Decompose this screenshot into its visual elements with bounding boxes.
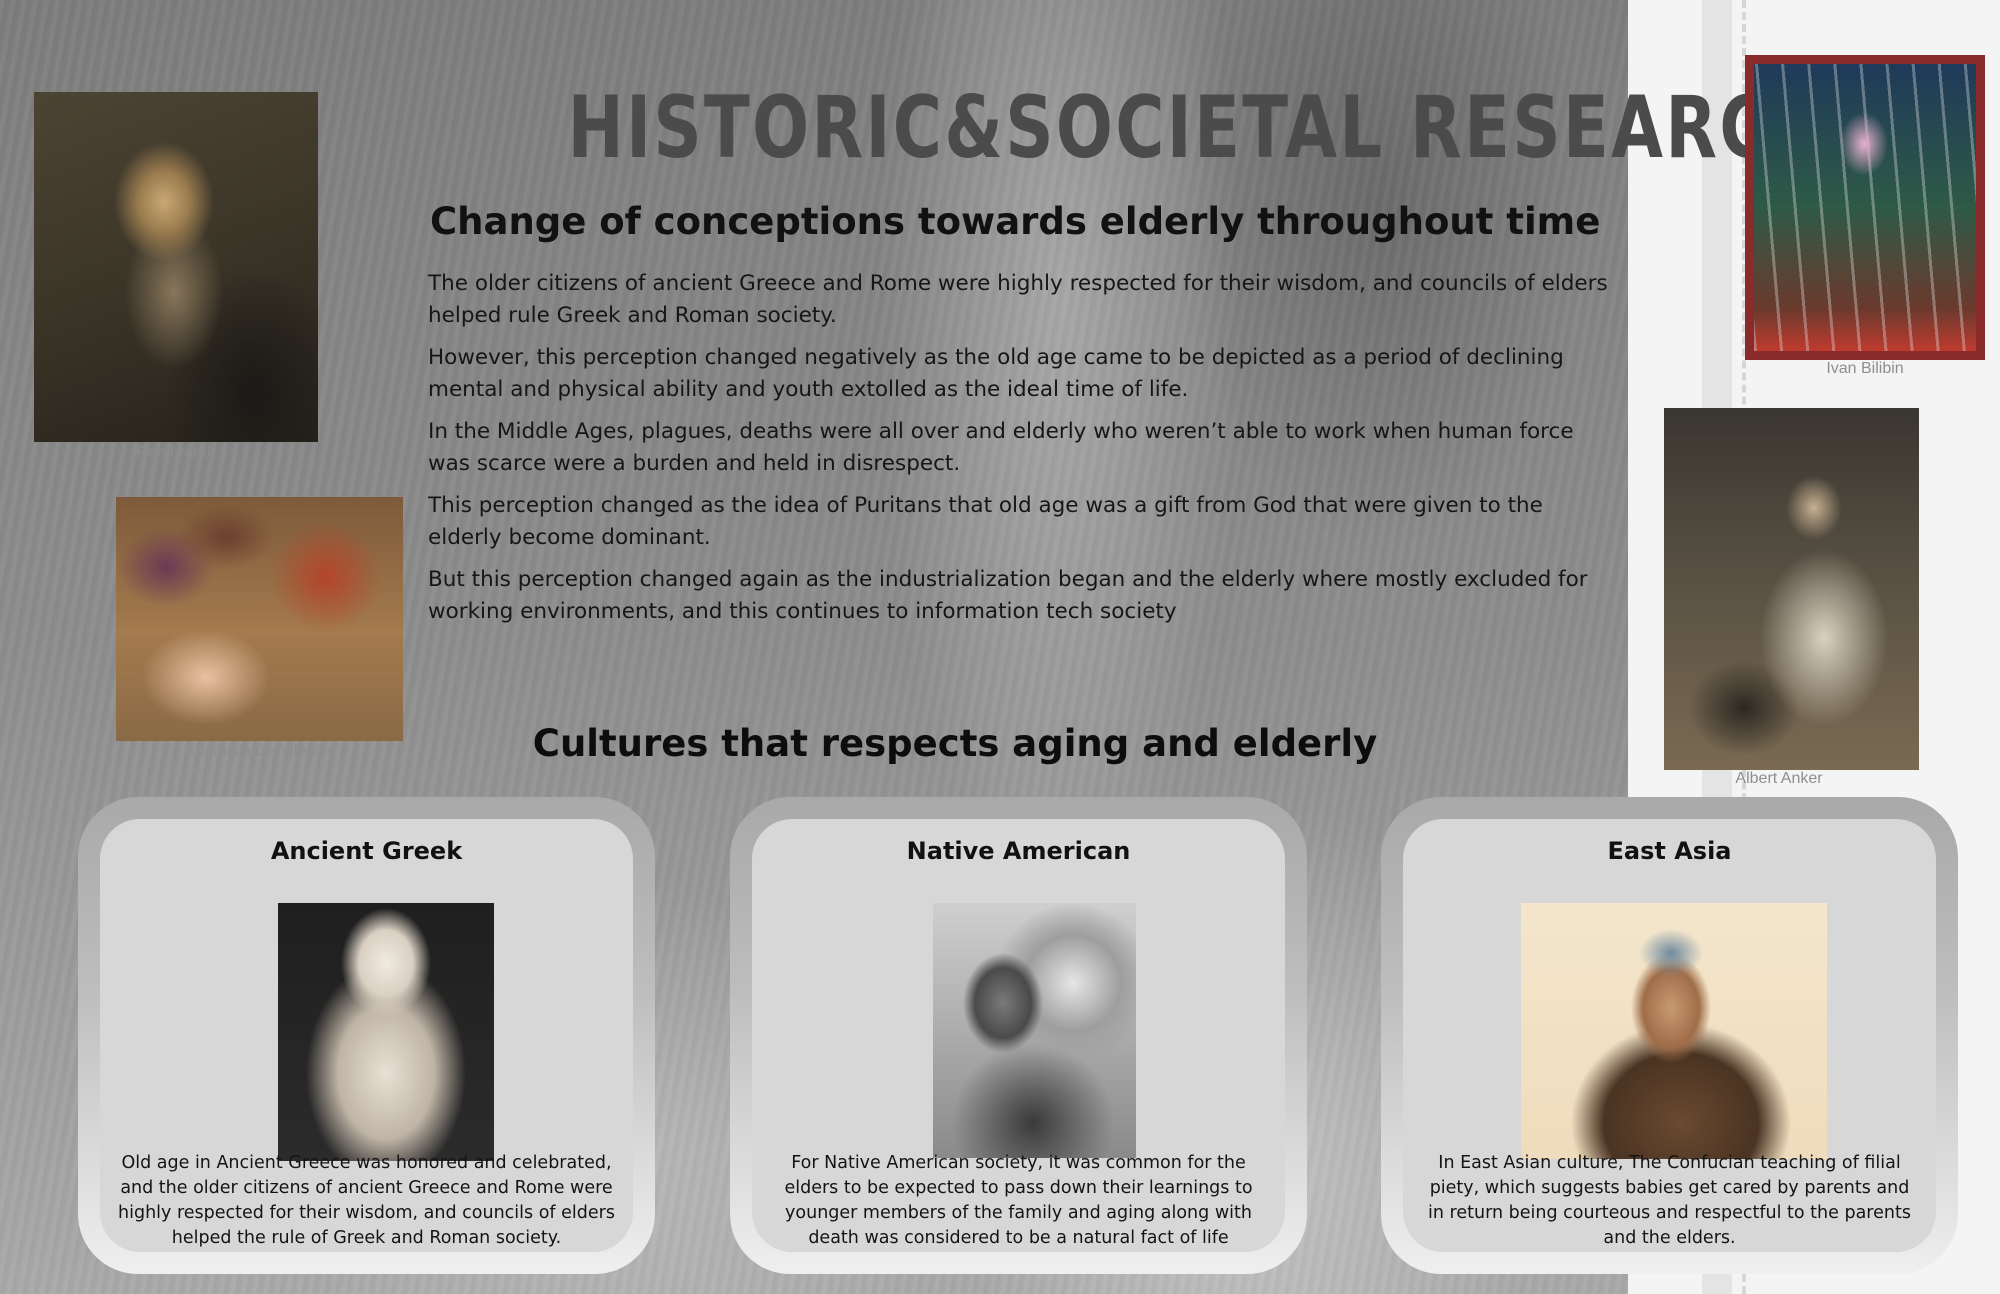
rembrandt-caption: Rembrandt xyxy=(136,444,216,461)
greek-statue-image xyxy=(278,903,494,1161)
paragraph-decline: However, this perception changed negativ… xyxy=(428,345,1564,402)
paragraph-middle-ages: In the Middle Ages, plagues, deaths were… xyxy=(428,419,1574,476)
native-american-portrait-image xyxy=(933,903,1136,1158)
card-description: In East Asian culture, The Confucian tea… xyxy=(1428,1153,1911,1248)
card-panel: Ancient Greek Old age in Ancient Greece … xyxy=(100,819,633,1252)
history-paragraphs: The older citizens of ancient Greece and… xyxy=(428,268,1618,638)
paragraph-ancient: The older citizens of ancient Greece and… xyxy=(428,271,1608,328)
card-title: Ancient Greek xyxy=(270,837,463,865)
card-description: Old age in Ancient Greece was honored an… xyxy=(118,1153,615,1248)
bilibin-illustration xyxy=(1745,55,1985,360)
culture-card-ancient-greek: Ancient Greek Old age in Ancient Greece … xyxy=(78,797,655,1274)
culture-card-native-american: Native American For Native American soci… xyxy=(730,797,1307,1274)
page-title: HISTORIC&SOCIETAL RESEARCH xyxy=(567,78,1830,178)
paragraph-industrialization: But this perception changed again as the… xyxy=(428,567,1588,624)
card-title: East Asia xyxy=(1607,837,1732,865)
confucius-portrait-image xyxy=(1521,903,1827,1159)
cultures-heading: Cultures that respects aging and elderly xyxy=(532,722,1378,765)
anker-painting xyxy=(1664,408,1919,770)
anker-caption: Albert Anker xyxy=(1735,770,1823,787)
card-description: For Native American society, it was comm… xyxy=(784,1153,1253,1248)
card-panel: East Asia In East Asian culture, The Con… xyxy=(1403,819,1936,1252)
paragraph-puritans: This perception changed as the idea of P… xyxy=(428,493,1543,550)
artemisia-painting xyxy=(116,497,403,741)
artemisia-caption: Artemisia Gentileschi xyxy=(184,743,335,760)
culture-card-east-asia: East Asia In East Asian culture, The Con… xyxy=(1381,797,1958,1274)
page-subtitle: Change of conceptions towards elderly th… xyxy=(430,200,1601,243)
card-panel: Native American For Native American soci… xyxy=(752,819,1285,1252)
bilibin-caption: Ivan Bilibin xyxy=(1826,360,1904,377)
card-title: Native American xyxy=(906,837,1131,865)
rembrandt-painting xyxy=(34,92,318,442)
